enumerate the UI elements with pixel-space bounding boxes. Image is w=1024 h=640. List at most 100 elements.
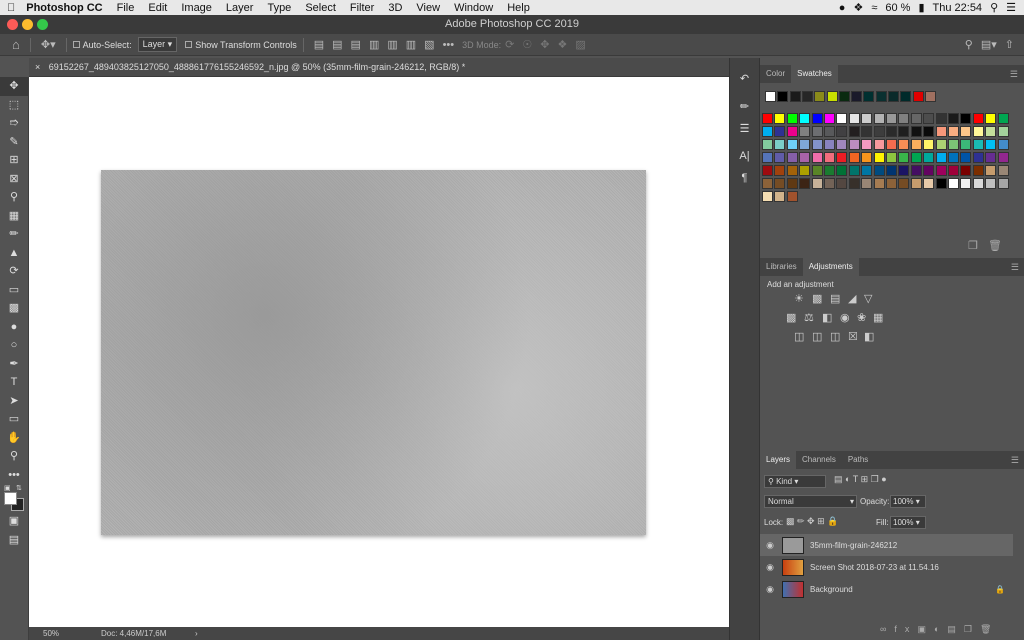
swatch[interactable] [848,152,860,163]
3d-roll-icon[interactable]: ☉ [522,38,532,51]
frame-tool-icon[interactable]: ⊠ [0,170,28,189]
layer-name[interactable]: 35mm-film-grain-246212 [810,541,897,550]
gradient-map-icon[interactable]: ◧ [864,330,874,343]
auto-select-checkbox[interactable] [72,41,80,48]
document-tab[interactable]: × 69152267_489403825127050_4888617761552… [29,58,729,77]
invert-icon[interactable]: ◫ [794,330,804,343]
swatch[interactable] [997,178,1009,189]
3d-scale-icon[interactable]: ▨ [575,38,585,51]
dodge-tool-icon[interactable]: ○ [0,336,28,355]
share-icon[interactable]: ⇧ [1005,38,1014,51]
swatch[interactable] [997,113,1009,124]
menu-window[interactable]: Window [447,2,500,14]
swatch[interactable] [786,165,798,176]
swatch[interactable] [861,178,873,189]
dropbox-icon[interactable]: ❖ [853,1,863,14]
swatch[interactable] [985,152,997,163]
swatch[interactable] [985,126,997,137]
swatch[interactable] [898,165,910,176]
swatch[interactable] [774,191,786,202]
menu-image[interactable]: Image [174,2,219,14]
lasso-tool-icon[interactable]: ➱ [0,114,28,133]
swatch[interactable] [824,139,835,150]
swatch[interactable] [836,126,848,137]
home-icon[interactable]: ⌂ [12,37,20,52]
swatch[interactable] [972,126,984,137]
hue-saturation-icon[interactable]: ▩ [786,311,796,324]
swatch[interactable] [861,113,873,124]
swatch[interactable] [960,139,972,150]
tab-swatches[interactable]: Swatches [791,65,838,83]
swatch[interactable] [972,178,984,189]
swatch[interactable] [997,165,1009,176]
swatch[interactable] [886,126,897,137]
swatch[interactable] [774,165,786,176]
apple-icon[interactable]:  [0,2,22,14]
move-tool-icon[interactable]: ✥ [0,77,28,96]
swatch[interactable] [948,126,959,137]
swatch[interactable] [762,126,773,137]
swatch[interactable] [985,178,997,189]
swap-colors-icon[interactable]: ⇅ [16,484,22,492]
fill-field[interactable]: 100% ▾ [890,516,926,529]
tab-channels[interactable]: Channels [796,451,842,469]
swatch[interactable] [799,139,811,150]
delete-layer-icon[interactable]: 🗑 [980,624,999,634]
swatch[interactable] [935,178,947,189]
menu-view[interactable]: View [409,2,447,14]
creative-cloud-icon[interactable]: ● [839,2,846,14]
swatch[interactable] [997,152,1009,163]
layer-name[interactable]: Background [810,585,853,594]
swatch[interactable] [886,152,897,163]
swatch[interactable] [848,178,860,189]
posterize-icon[interactable]: ◫ [812,330,822,343]
foreground-color-swatch[interactable] [4,492,17,505]
swatch[interactable] [888,91,899,102]
swatch[interactable] [972,139,984,150]
swatch[interactable] [886,178,897,189]
hand-tool-icon[interactable]: ✋ [0,429,28,448]
swatch[interactable] [898,178,910,189]
swatch[interactable] [900,91,912,102]
swatch[interactable] [910,113,922,124]
swatch[interactable] [836,165,848,176]
spotlight-icon[interactable]: ⚲ [990,1,998,14]
swatch[interactable] [873,178,885,189]
align-center-icon[interactable]: ▤ [332,38,342,51]
history-panel-icon[interactable]: ↶ [730,72,759,94]
swatch[interactable] [838,91,850,102]
menu-3d[interactable]: 3D [381,2,409,14]
swatch[interactable] [786,113,798,124]
swatch[interactable] [801,91,813,102]
swatch[interactable] [824,165,835,176]
close-document-icon[interactable]: × [35,62,40,72]
swatch[interactable] [762,178,773,189]
move-tool-preset-icon[interactable]: ✥▾ [41,38,56,51]
swatch[interactable] [861,126,873,137]
align-top-icon[interactable]: ▥ [369,38,379,51]
blend-mode-dropdown[interactable]: Normal ▾ [764,495,857,508]
swatch[interactable] [873,126,885,137]
vibrance-icon[interactable]: ▽ [864,292,872,305]
align-middle-icon[interactable]: ▥ [387,38,397,51]
swatch[interactable] [848,126,860,137]
swatch[interactable] [972,165,984,176]
brush-settings-icon[interactable]: ✏ [730,100,759,122]
swatch[interactable] [762,113,773,124]
menu-file[interactable]: File [110,2,142,14]
swatch[interactable] [948,139,959,150]
film-grain-image[interactable] [101,170,646,535]
swatch[interactable] [851,91,863,102]
visibility-eye-icon[interactable]: ◉ [760,540,780,551]
swatch[interactable] [910,139,922,150]
swatch[interactable] [873,139,885,150]
new-group-icon[interactable]: ▤ [947,624,964,634]
link-layers-icon[interactable]: ∞ [880,624,894,634]
workspace-icon[interactable]: ▤▾ [981,38,997,51]
eyedropper-tool-icon[interactable]: ⚲ [0,188,28,207]
pen-tool-icon[interactable]: ✒ [0,355,28,374]
swatch[interactable] [848,139,860,150]
opacity-field[interactable]: 100% ▾ [890,495,926,508]
status-expand-icon[interactable]: › [195,629,198,638]
new-swatch-icon[interactable]: ❐ [968,239,978,252]
